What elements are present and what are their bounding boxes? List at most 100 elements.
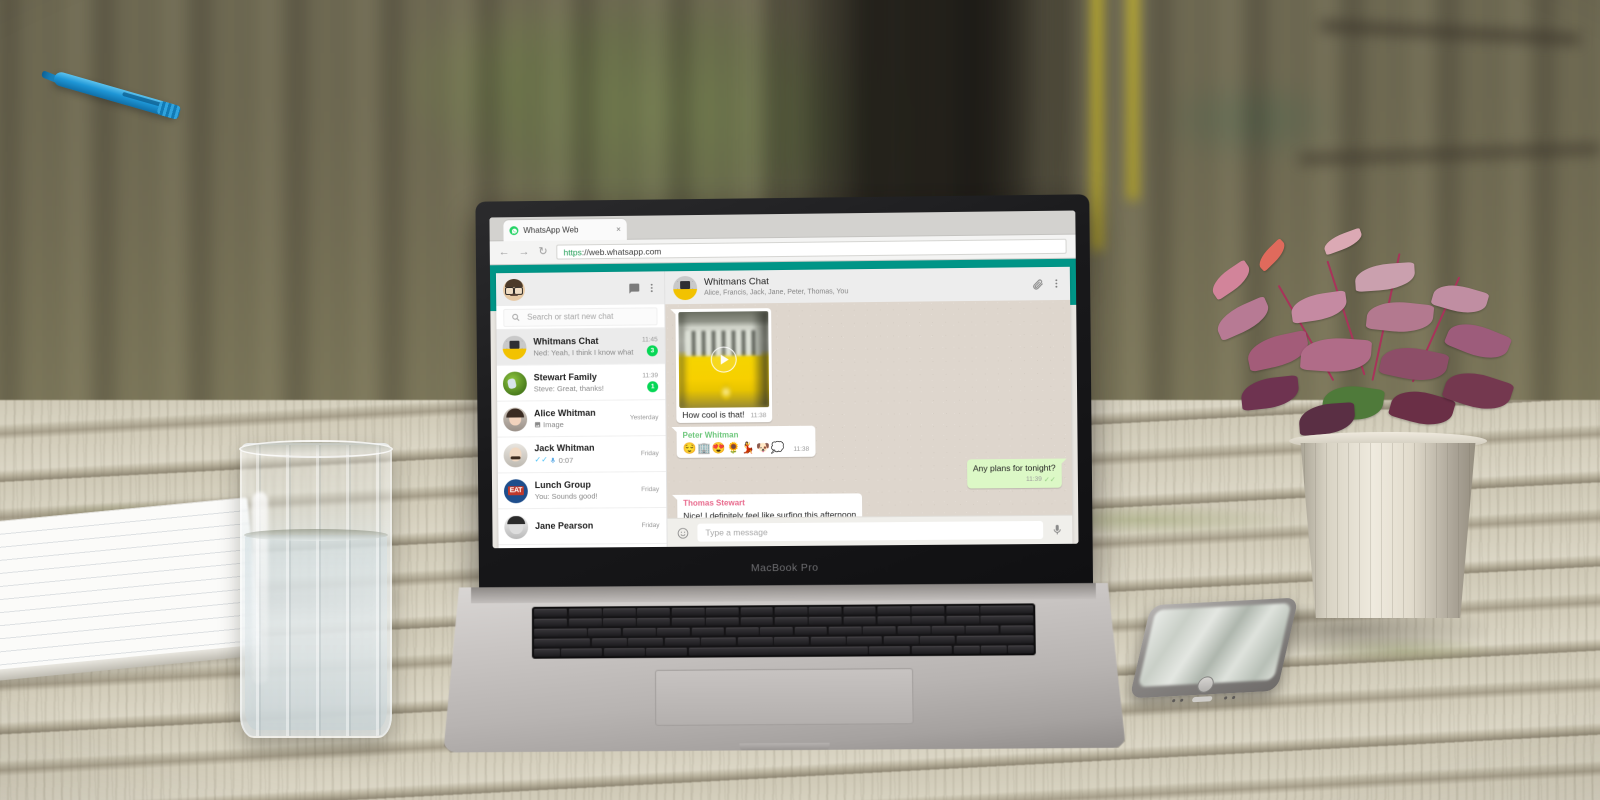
chat-item-preview-text: Image <box>543 420 564 430</box>
avatar-hair <box>505 278 523 286</box>
laptop-base <box>444 583 1125 753</box>
chat-item-time: 11:45 <box>642 336 658 343</box>
chat-item-text: Whitmans Chat Ned: Yeah, I think I know … <box>533 335 635 358</box>
message-list[interactable]: How cool is that! 11:38 Peter Whitman 😌🏢… <box>665 300 1072 518</box>
url-host: web.whatsapp.com <box>589 246 662 257</box>
chat-item-name: Alice Whitman <box>534 407 623 419</box>
search-icon <box>511 313 520 322</box>
chat-list-item-jack-whitman[interactable]: Jack Whitman ✓✓ 0:07 Friday <box>498 436 666 473</box>
chat-item-meta: 11:45 3 <box>642 336 658 356</box>
tram-avatar[interactable] <box>673 275 697 299</box>
paperclip-icon[interactable] <box>1032 278 1044 290</box>
message-sender: Peter Whitman <box>683 430 810 442</box>
jack-avatar <box>504 443 528 467</box>
browser-tab[interactable]: WhatsApp Web × <box>503 219 626 241</box>
message-bubble-incoming[interactable]: Peter Whitman 😌🏢😍🌻💃🐶💭 11:38 <box>676 426 815 458</box>
chat-item-text: Stewart Family Steve: Great, thanks! <box>534 371 636 394</box>
url-scheme: https <box>563 247 581 257</box>
macbook-pro: WhatsApp Web × ← → ↻ https://web.whatsap… <box>0 0 1600 800</box>
chat-item-meta: Friday <box>641 486 659 493</box>
alice-avatar <box>503 407 527 431</box>
whatsapp-icon <box>509 226 518 235</box>
conversation-pane: Whitmans Chat Alice, Francis, Jack, Jane… <box>665 267 1072 547</box>
chat-item-meta: Yesterday <box>630 414 659 421</box>
keyboard-row-bottom[interactable] <box>534 645 1033 657</box>
menu-icon[interactable] <box>646 282 657 293</box>
tram-avatar <box>502 335 526 359</box>
avatar[interactable] <box>503 278 525 300</box>
chat-list-item-alice-whitman[interactable]: Alice Whitman Image Yesterday <box>497 400 665 437</box>
video-shade-left <box>678 312 688 408</box>
chat-list-item-jane-pearson[interactable]: Jane Pearson Friday <box>498 508 666 545</box>
message-bubble-incoming[interactable]: Thomas Stewart Nice! I definitely feel l… <box>677 494 862 518</box>
spacer <box>531 288 622 289</box>
video-caption-row: How cool is that! 11:38 <box>679 407 769 421</box>
chat-item-preview-text: Ned: Yeah, I think I know what y... <box>533 347 635 358</box>
avatar-glasses <box>505 286 523 292</box>
chat-list-pane: Search or start new chat Whitmans Chat N… <box>496 271 668 548</box>
message-text: Any plans for tonight? <box>973 463 1056 475</box>
message-bubble-video[interactable]: How cool is that! 11:38 <box>675 308 772 423</box>
forward-icon[interactable]: → <box>519 247 530 258</box>
whatsapp-panels: Search or start new chat Whitmans Chat N… <box>496 267 1073 548</box>
keyboard[interactable] <box>532 603 1035 658</box>
close-icon[interactable]: × <box>616 225 621 233</box>
message-text: How cool is that! <box>682 409 744 421</box>
whatsapp-web-app: Search or start new chat Whitmans Chat N… <box>490 259 1079 549</box>
trackpad[interactable] <box>655 668 914 726</box>
voice-message-icon <box>550 457 557 464</box>
chat-item-time: Yesterday <box>630 414 659 421</box>
chat-item-preview-text: You: Sounds good! <box>535 491 598 501</box>
laptop-screen: WhatsApp Web × ← → ↻ https://web.whatsap… <box>489 211 1078 549</box>
model-label: MacBook Pro <box>479 560 1093 577</box>
new-chat-icon[interactable] <box>628 282 640 294</box>
read-receipt-icon: ✓✓ <box>534 456 547 466</box>
read-receipt-icon: ✓✓ <box>1044 476 1056 486</box>
message-meta: 11:39 ✓✓ <box>973 476 1056 486</box>
message-row: 😌🏢😍🌻💃🐶💭 11:38 <box>683 442 810 455</box>
play-icon[interactable] <box>711 346 737 372</box>
menu-icon[interactable] <box>1051 278 1062 289</box>
browser-tab-title: WhatsApp Web <box>523 225 611 235</box>
yellow-tram-video[interactable] <box>678 311 769 408</box>
chat-item-time: Friday <box>641 450 659 457</box>
chat-item-name: Jack Whitman <box>534 443 634 455</box>
message-bubble-outgoing[interactable]: Any plans for tonight? 11:39 ✓✓ <box>967 459 1062 489</box>
back-icon[interactable]: ← <box>499 247 510 258</box>
chat-item-name: Lunch Group <box>535 479 635 491</box>
chat-item-meta: Friday <box>641 522 659 529</box>
video-shade-right <box>753 311 769 407</box>
chat-item-text: Alice Whitman Image <box>534 407 623 430</box>
field-avatar <box>503 371 527 395</box>
unread-badge: 3 <box>647 345 658 356</box>
emoji-icon[interactable] <box>676 526 689 539</box>
laptop-lid: WhatsApp Web × ← → ↻ https://web.whatsap… <box>475 194 1093 590</box>
chat-item-preview: ✓✓ 0:07 <box>534 455 634 466</box>
search-input[interactable]: Search or start new chat <box>503 307 657 327</box>
lid-release-notch <box>739 743 829 753</box>
chat-item-name: Jane Pearson <box>535 520 635 532</box>
sidebar-header <box>496 271 664 306</box>
chat-item-name: Stewart Family <box>534 371 636 383</box>
avatar-mouth <box>510 293 518 295</box>
chat-list-item-whitmans-chat[interactable]: Whitmans Chat Ned: Yeah, I think I know … <box>496 328 664 366</box>
chat-list[interactable]: Whitmans Chat Ned: Yeah, I think I know … <box>496 328 666 548</box>
message-time: 11:38 <box>751 412 767 421</box>
message-input[interactable]: Type a message <box>697 521 1043 542</box>
chat-item-preview-text: Steve: Great, thanks! <box>534 383 604 393</box>
chat-item-preview: Steve: Great, thanks! <box>534 383 636 394</box>
chat-item-meta: 11:39 1 <box>642 372 658 392</box>
unread-badge: 1 <box>647 381 658 392</box>
search-bar: Search or start new chat <box>496 304 664 330</box>
message-time: 11:39 <box>1026 476 1042 485</box>
browser-window: WhatsApp Web × ← → ↻ https://web.whatsap… <box>489 211 1078 549</box>
jane-avatar <box>504 515 528 539</box>
address-bar[interactable]: https://web.whatsapp.com <box>556 239 1066 260</box>
chat-list-item-stewart-family[interactable]: Stewart Family Steve: Great, thanks! 11:… <box>497 364 665 402</box>
microphone-icon[interactable] <box>1051 524 1063 536</box>
conversation-header: Whitmans Chat Alice, Francis, Jack, Jane… <box>665 267 1070 304</box>
chat-list-item-lunch-group[interactable]: EAT Lunch Group You: Sounds good! Friday <box>498 472 666 509</box>
reload-icon[interactable]: ↻ <box>538 247 547 258</box>
chat-item-meta: Friday <box>641 450 659 457</box>
conversation-header-text[interactable]: Whitmans Chat Alice, Francis, Jack, Jane… <box>704 273 1025 298</box>
